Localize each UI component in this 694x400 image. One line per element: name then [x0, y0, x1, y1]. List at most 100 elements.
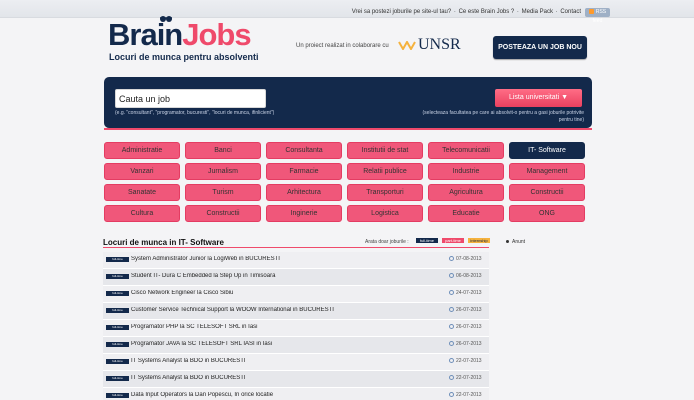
job-row[interactable]: full-time IT Systems Analyst la BDO in BU…	[103, 371, 489, 388]
job-date: 06-08-2013	[449, 273, 482, 279]
job-row[interactable]: full-time System Administrator Junior la …	[103, 252, 489, 269]
logo-tagline: Locuri de munca pentru absolventi	[109, 52, 259, 62]
side-label: Anunt	[506, 239, 525, 245]
job-title-link[interactable]: Cisco Network Engineer la Cisco Sibiu	[131, 290, 441, 296]
filter-full-time[interactable]: full-time	[416, 238, 438, 243]
logo-wordmark: BrainJobs	[108, 17, 252, 52]
job-filter-label: Arata doar joburile :	[365, 239, 409, 245]
clock-icon	[449, 324, 454, 330]
top-link-embed[interactable]: Vrei sa postezi joburile pe site-ul tau?	[352, 9, 452, 15]
clock-icon	[449, 341, 454, 347]
category-management[interactable]: Management	[509, 163, 585, 180]
job-row[interactable]: full-time Cisco Network Engineer la Cisco…	[103, 286, 489, 303]
category-arhitectura[interactable]: Arhitectura	[266, 184, 342, 201]
job-date: 24-07-2013	[449, 290, 482, 296]
job-section-title: Locuri de munca in IT- Software	[103, 238, 224, 247]
job-date: 22-07-2013	[449, 392, 482, 398]
category-cultura[interactable]: Cultura	[104, 205, 180, 222]
job-title-link[interactable]: IT Systems Analyst la BDO in BUCURESTI	[131, 358, 441, 364]
job-row[interactable]: full-time Data Input Operators la Dan Pop…	[103, 388, 489, 400]
rss-icon	[588, 9, 594, 15]
clock-icon	[449, 392, 454, 398]
job-search-input[interactable]	[115, 89, 266, 108]
category-institutii-de-stat[interactable]: Institutii de stat	[347, 142, 423, 159]
top-link-media-pack[interactable]: Media Pack	[522, 9, 553, 15]
clock-icon	[449, 273, 454, 279]
job-type-badge: full-time	[106, 291, 129, 296]
university-hint: (selecteaza facultatea pe care ai absolv…	[422, 110, 584, 123]
clock-icon	[449, 307, 454, 313]
category-inginerie[interactable]: Inginerie	[266, 205, 342, 222]
category-banci[interactable]: Banci	[185, 142, 261, 159]
category-educatie[interactable]: Educatie	[428, 205, 504, 222]
job-title-link[interactable]: System Administrator Junior la LogiWeb i…	[131, 256, 441, 262]
job-row[interactable]: full-time Programator JAVA la SC TELESOFT…	[103, 337, 489, 354]
rss-label: RSS feed	[592, 9, 607, 24]
job-date: 22-07-2013	[449, 358, 482, 364]
category-telecomunicatii[interactable]: Telecomunicatii	[428, 142, 504, 159]
search-hint: (e.g. "consultant", "programator, bucure…	[115, 110, 275, 116]
job-date: 26-07-2013	[449, 341, 482, 347]
category-industrie[interactable]: Industrie	[428, 163, 504, 180]
category-grid: Administratie Banci Consultanta Institut…	[104, 142, 585, 224]
bullet-icon	[506, 240, 509, 244]
top-link-about[interactable]: Ce este Brain Jobs ?	[459, 9, 515, 15]
collaboration-text: Un proiect realizat in colaborare cu	[296, 43, 389, 49]
rss-feed-button[interactable]: RSS feed	[585, 8, 610, 24]
partner-logo[interactable]: UNSR	[398, 36, 461, 54]
clock-icon	[449, 375, 454, 381]
job-row[interactable]: full-time Programator PHP la SC TELESOFT …	[103, 320, 489, 337]
clock-icon	[449, 256, 454, 262]
university-list-button[interactable]: Lista universitati ▼	[495, 89, 582, 107]
job-row[interactable]: full-time Student IT- Dura C Embedded la …	[103, 269, 489, 286]
post-job-button[interactable]: POSTEAZA UN JOB NOU	[493, 36, 587, 59]
category-vanzari[interactable]: Vanzari	[104, 163, 180, 180]
category-it-software[interactable]: IT- Software	[509, 142, 585, 159]
category-ong[interactable]: ONG	[509, 205, 585, 222]
job-title-link[interactable]: Programator PHP la SC TELESOFT SRL in Ia…	[131, 324, 441, 330]
category-transporturi[interactable]: Transporturi	[347, 184, 423, 201]
category-agricultura[interactable]: Agricultura	[428, 184, 504, 201]
category-jurnalism[interactable]: Jurnalism	[185, 163, 261, 180]
job-title-link[interactable]: IT Systems Analyst la BDO in BUCURESTI	[131, 375, 441, 381]
job-type-badge: full-time	[106, 393, 129, 398]
category-logistica[interactable]: Logistica	[347, 205, 423, 222]
job-type-badge: full-time	[106, 376, 129, 381]
category-relatii-publice[interactable]: Relatii publice	[347, 163, 423, 180]
category-consultanta[interactable]: Consultanta	[266, 142, 342, 159]
partner-name: UNSR	[418, 36, 461, 53]
job-type-badge: full-time	[106, 359, 129, 364]
top-links: Vrei sa postezi joburile pe site-ul tau?…	[351, 9, 581, 15]
category-constructii-2[interactable]: Constructii	[185, 205, 261, 222]
job-date: 26-07-2013	[449, 324, 482, 330]
job-date: 26-07-2013	[449, 307, 482, 313]
job-type-badge: full-time	[106, 274, 129, 279]
job-type-badge: full-time	[106, 325, 129, 330]
job-type-badge: full-time	[106, 308, 129, 313]
job-title-link[interactable]: Customer Service Technical Support la WO…	[131, 307, 441, 313]
job-title-link[interactable]: Student IT- Dura C Embedded la Step Up i…	[131, 273, 441, 279]
search-panel: (e.g. "consultant", "programator, bucure…	[104, 77, 592, 128]
category-turism[interactable]: Turism	[185, 184, 261, 201]
glasses-icon	[160, 16, 172, 22]
job-type-badge: full-time	[106, 257, 129, 262]
top-link-contact[interactable]: Contact	[560, 9, 581, 15]
job-date: 07-08-2013	[449, 256, 482, 262]
search-panel-divider	[104, 128, 592, 130]
job-row[interactable]: full-time IT Systems Analyst la BDO in BU…	[103, 354, 489, 371]
partner-logo-icon	[398, 41, 416, 50]
job-date: 22-07-2013	[449, 375, 482, 381]
category-constructii[interactable]: Constructii	[509, 184, 585, 201]
job-list: full-time System Administrator Junior la …	[103, 252, 489, 400]
clock-icon	[449, 358, 454, 364]
job-title-link[interactable]: Programator JAVA la SC TELESOFT SRL IASI…	[131, 341, 441, 347]
filter-part-time[interactable]: part-time	[442, 238, 464, 243]
category-administratie[interactable]: Administratie	[104, 142, 180, 159]
section-title-divider	[103, 247, 489, 248]
category-sanatate[interactable]: Sanatate	[104, 184, 180, 201]
filter-internship[interactable]: internship	[468, 238, 490, 243]
site-logo[interactable]: BrainJobs Locuri de munca pentru absolve…	[108, 16, 273, 63]
job-row[interactable]: full-time Customer Service Technical Supp…	[103, 303, 489, 320]
job-title-link[interactable]: Data Input Operators la Dan Popescu, In …	[131, 392, 441, 398]
category-farmacie[interactable]: Farmacie	[266, 163, 342, 180]
